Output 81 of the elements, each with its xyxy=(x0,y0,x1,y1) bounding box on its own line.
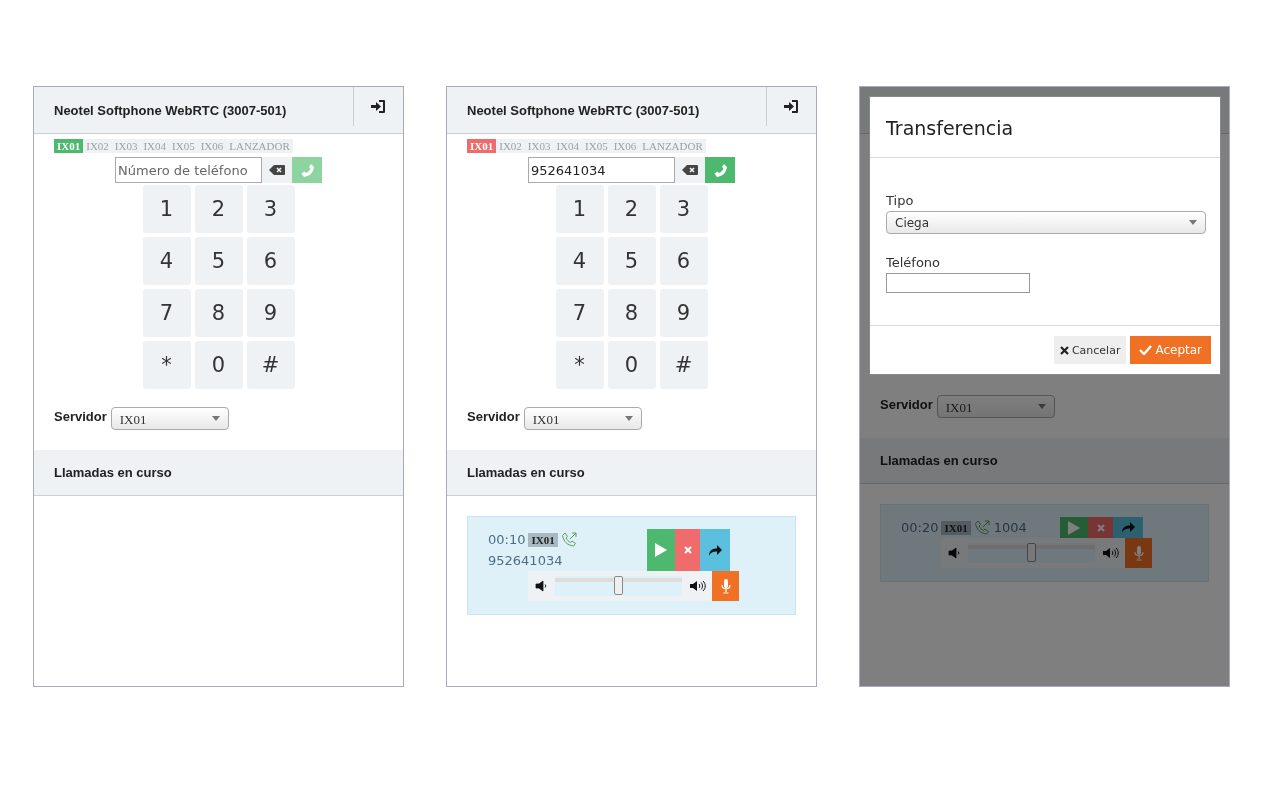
panel-title: Neotel Softphone WebRTC (3007-501) xyxy=(53,102,288,118)
volume-slider-thumb[interactable] xyxy=(613,576,623,595)
server-label: Servidor xyxy=(467,408,520,426)
backspace-icon xyxy=(269,165,285,175)
resume-button[interactable] xyxy=(1060,517,1088,538)
hangup-button[interactable] xyxy=(1088,517,1113,538)
keypad-key[interactable]: 9 xyxy=(659,289,708,337)
phone-icon xyxy=(713,163,727,177)
cross-icon xyxy=(1059,345,1069,355)
server-badge: IX01 xyxy=(528,532,558,547)
field-label: Tipo xyxy=(886,192,915,210)
close-icon xyxy=(1096,523,1105,532)
backspace-button[interactable] xyxy=(262,157,292,183)
caret-icon xyxy=(624,416,633,421)
keypad-key[interactable]: 8 xyxy=(607,289,656,337)
keypad-key[interactable]: 3 xyxy=(246,185,295,233)
keypad-key[interactable]: 6 xyxy=(659,237,708,285)
keypad-key[interactable]: 6 xyxy=(246,237,295,285)
login-icon xyxy=(370,100,385,113)
keypad-key[interactable]: * xyxy=(142,341,191,389)
forward-arrow-icon xyxy=(1121,522,1135,533)
keypad-key[interactable]: 0 xyxy=(194,341,243,389)
server-select[interactable]: IX01 xyxy=(110,407,229,430)
server-label: Servidor xyxy=(880,396,933,414)
outgoing-call-icon xyxy=(973,519,991,536)
keypad-key[interactable]: 4 xyxy=(142,237,191,285)
login-icon xyxy=(783,100,798,113)
caret-icon xyxy=(1189,220,1197,225)
cancel-button[interactable]: Cancelar xyxy=(1053,336,1127,364)
caret-icon xyxy=(211,416,220,421)
phone-number-field[interactable]: 952641034 xyxy=(528,157,675,183)
backspace-button[interactable] xyxy=(675,157,705,183)
outgoing-call-icon xyxy=(560,531,578,548)
keypad-key[interactable]: 7 xyxy=(555,289,604,337)
close-icon xyxy=(683,546,692,554)
phone-icon xyxy=(300,163,314,177)
call-duration: 00:20 xyxy=(901,520,939,535)
field-label: Teléfono xyxy=(886,254,942,272)
calls-title: Llamadas en curso xyxy=(53,465,172,480)
keypad-key[interactable]: 2 xyxy=(607,185,656,233)
play-icon xyxy=(655,543,667,557)
keypad-key[interactable]: 3 xyxy=(659,185,708,233)
play-icon xyxy=(1068,520,1080,535)
keypad-key[interactable]: 8 xyxy=(194,289,243,337)
backspace-icon xyxy=(682,165,698,175)
keypad-key[interactable]: 1 xyxy=(555,185,604,233)
keypad-key[interactable]: # xyxy=(246,341,295,389)
volume-slider-thumb[interactable] xyxy=(1026,543,1036,562)
server-select[interactable]: IX01 xyxy=(523,407,642,430)
keypad-key[interactable]: * xyxy=(555,341,604,389)
call-number: 952641034 xyxy=(488,553,563,568)
microphone-icon xyxy=(720,578,731,594)
forward-arrow-icon xyxy=(708,544,722,556)
call-duration: 00:10 xyxy=(488,532,526,547)
dialog-title: Transferencia xyxy=(870,97,1220,158)
keypad-key[interactable]: 9 xyxy=(246,289,295,337)
panel-title: Neotel Softphone WebRTC (3007-501) xyxy=(466,102,701,118)
keypad-key[interactable]: 7 xyxy=(142,289,191,337)
calls-title: Llamadas en curso xyxy=(466,465,585,480)
keypad-key[interactable]: 1 xyxy=(142,185,191,233)
microphone-button[interactable] xyxy=(712,571,739,601)
microphone-button[interactable] xyxy=(1125,538,1152,568)
server-label: Servidor xyxy=(54,408,107,426)
microphone-icon xyxy=(1133,545,1144,561)
caret-icon xyxy=(1037,404,1046,409)
phone-input-field[interactable] xyxy=(886,273,1030,293)
calls-title: Llamadas en curso xyxy=(879,453,998,468)
keypad-key[interactable]: 0 xyxy=(607,341,656,389)
keypad-key[interactable]: 4 xyxy=(555,237,604,285)
resume-button[interactable] xyxy=(647,529,675,571)
keypad-key[interactable]: # xyxy=(659,341,708,389)
server-badge: IX01 xyxy=(941,520,971,535)
check-icon xyxy=(1139,345,1153,355)
keypad-key[interactable]: 2 xyxy=(194,185,243,233)
server-select[interactable]: IX01 xyxy=(936,395,1055,418)
transfer-button[interactable] xyxy=(700,529,730,571)
type-select[interactable]: Ciega xyxy=(886,211,1206,234)
keypad-key[interactable]: 5 xyxy=(607,237,656,285)
phone-number-field[interactable]: Número de teléfono xyxy=(115,157,262,183)
call-number: 1004 xyxy=(993,520,1027,535)
keypad-key[interactable]: 5 xyxy=(194,237,243,285)
